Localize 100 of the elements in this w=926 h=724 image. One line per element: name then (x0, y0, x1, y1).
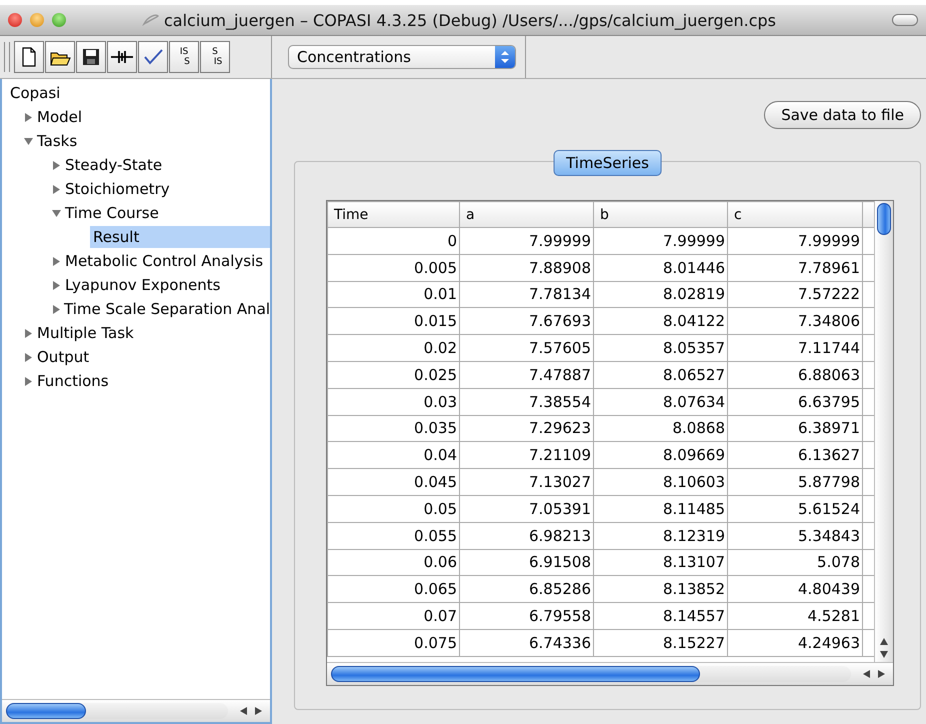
tree-item[interactable]: Metabolic Control Analysis (65, 250, 264, 272)
dropdown[interactable]: Concentrations (288, 45, 516, 69)
table-cell: 8.05357 (594, 334, 728, 362)
scroll-left-icon[interactable] (240, 707, 247, 715)
expand-triangle-icon[interactable] (52, 256, 62, 266)
scrollbar-thumb[interactable] (877, 203, 891, 235)
table-cell: 6.63795 (728, 388, 862, 416)
table-cell: 7.99999 (728, 228, 862, 254)
scroll-right-icon[interactable] (255, 707, 262, 715)
tree-item[interactable]: Model (37, 106, 82, 128)
table-cell: 0.045 (328, 468, 460, 496)
table-cell: 8.13852 (594, 576, 728, 603)
table-cell: 4.24963 (728, 629, 862, 656)
expand-triangle-icon[interactable] (52, 280, 62, 290)
up-down-arrows-icon (495, 46, 515, 68)
table-cell: 0.04 (328, 442, 460, 469)
scroll-right-icon[interactable] (878, 670, 885, 678)
table-cell: 0.035 (328, 415, 460, 442)
column-header[interactable]: b (594, 202, 728, 228)
tree-item[interactable]: Output (37, 346, 90, 368)
toolbar-button[interactable] (76, 41, 106, 73)
toolbar-button[interactable] (45, 41, 75, 73)
column-header[interactable]: Time (328, 202, 460, 228)
collapse-triangle-icon[interactable] (52, 208, 62, 218)
collapse-triangle-icon[interactable] (24, 136, 34, 146)
table-cell: 8.10603 (594, 468, 728, 496)
table-cell: 8.09669 (594, 442, 728, 469)
expand-triangle-icon[interactable] (24, 328, 34, 338)
table-cell: 6.88063 (728, 361, 862, 388)
table-cell: 0.01 (328, 281, 460, 308)
table-cell: 5.34843 (728, 522, 862, 550)
tree-item[interactable]: Stoichiometry (65, 178, 170, 200)
table-cell: 7.13027 (460, 468, 594, 496)
tree-item[interactable]: Copasi (10, 82, 60, 104)
table-cell: 0.02 (328, 334, 460, 362)
table-cell: 8.01446 (594, 254, 728, 282)
tab[interactable]: TimeSeries (553, 150, 662, 176)
tree-item[interactable]: Functions (37, 370, 109, 392)
table-cell: 7.11744 (728, 334, 862, 362)
tree-item[interactable]: Result (90, 226, 270, 248)
table-cell: 0.065 (328, 576, 460, 603)
horizontal-scrollbar[interactable] (2, 699, 270, 722)
expand-triangle-icon[interactable] (24, 112, 34, 122)
toolbar-button[interactable]: IS S (169, 41, 199, 73)
table-cell: 6.85286 (460, 576, 594, 603)
table-cell: 7.99999 (594, 228, 728, 254)
table-cell: 0.07 (328, 602, 460, 630)
table-cell: 7.88908 (460, 254, 594, 282)
tree-item[interactable]: Time Scale Separation Anal (64, 298, 270, 320)
table-cell: 5.61524 (728, 495, 862, 522)
table-cell: 7.67693 (460, 308, 594, 335)
table-cell: 0.075 (328, 629, 460, 656)
expand-triangle-icon[interactable] (52, 184, 62, 194)
table-cell: 8.06527 (594, 361, 728, 388)
table-cell: 5.078 (728, 549, 862, 576)
toolbar-button[interactable] (138, 41, 168, 73)
table-cell: 5.87798 (728, 468, 862, 496)
save-button[interactable]: Save data to file (764, 101, 921, 129)
toolbar-button[interactable] (107, 41, 137, 73)
table-cell: 4.80439 (728, 576, 862, 603)
tree-item[interactable]: Lyapunov Exponents (65, 274, 220, 296)
table-cell: 0.025 (328, 361, 460, 388)
table-cell: 6.74336 (460, 629, 594, 656)
table-cell: 7.57222 (728, 281, 862, 308)
vertical-scrollbar[interactable] (874, 201, 893, 662)
scroll-left-icon[interactable] (863, 670, 870, 678)
scrollbar-thumb[interactable] (6, 703, 86, 719)
scrollbar-thumb[interactable] (331, 666, 700, 682)
column-header[interactable]: a (460, 202, 594, 228)
table-cell: 0.055 (328, 522, 460, 550)
table-cell: 0.05 (328, 495, 460, 522)
table-cell: 6.38971 (728, 415, 862, 442)
horizontal-scrollbar[interactable] (327, 662, 893, 685)
table-cell: 0.03 (328, 388, 460, 416)
table-cell: 7.38554 (460, 388, 594, 416)
tree-item[interactable]: Steady-State (65, 154, 162, 176)
column-header[interactable]: c (728, 202, 862, 228)
table-cell: 6.79558 (460, 602, 594, 630)
table-cell: 0.015 (328, 308, 460, 335)
table-cell: 4.5281 (728, 602, 862, 630)
toolbar-button[interactable] (14, 41, 44, 73)
table-cell: 8.13107 (594, 549, 728, 576)
expand-triangle-icon[interactable] (24, 352, 34, 362)
expand-triangle-icon[interactable] (52, 160, 62, 170)
tree-item[interactable]: Multiple Task (37, 322, 134, 344)
scroll-up-icon[interactable] (880, 638, 888, 645)
scroll-down-icon[interactable] (880, 651, 888, 658)
table-cell: 8.04122 (594, 308, 728, 335)
toolbar-toggle-button[interactable] (892, 14, 918, 26)
expand-triangle-icon[interactable] (24, 376, 34, 386)
table-cell: 6.91508 (460, 549, 594, 576)
toolbar-button[interactable]: S IS (200, 41, 230, 73)
tree-item[interactable]: Tasks (37, 130, 78, 152)
expand-triangle-icon[interactable] (52, 304, 61, 314)
table-cell: 6.13627 (728, 442, 862, 469)
table-cell: 0.005 (328, 254, 460, 282)
table-cell: 7.29623 (460, 415, 594, 442)
close-button[interactable] (8, 13, 22, 27)
table-cell: 7.78961 (728, 254, 862, 282)
tree-item[interactable]: Time Course (65, 202, 159, 224)
